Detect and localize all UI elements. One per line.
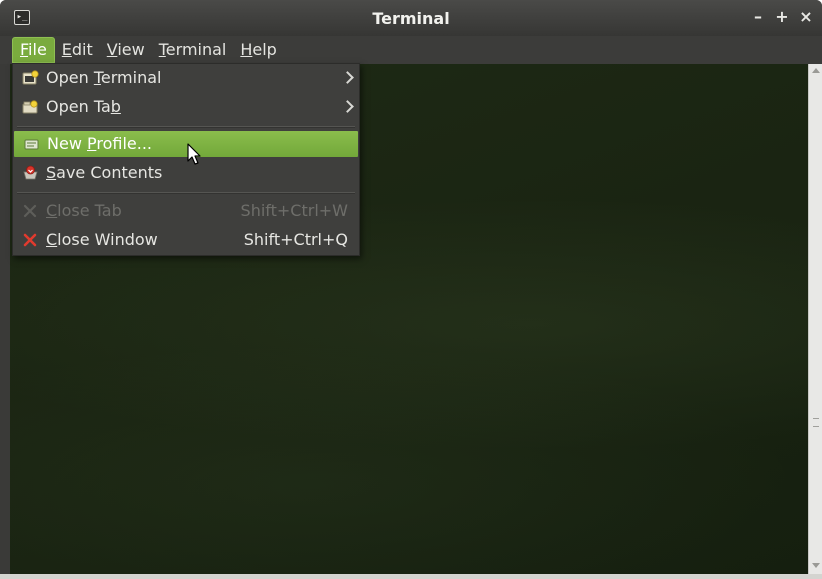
new-terminal-icon [22,70,39,85]
close-window-icon [23,233,37,247]
menu-terminal-mnemonic: T [158,40,166,59]
close-button[interactable]: × [796,6,816,28]
label-part: erminal [100,68,162,87]
scrollbar-grip[interactable] [813,418,819,427]
maximize-button[interactable]: + [772,6,792,28]
menu-terminal-label: erminal [165,40,227,59]
menu-edit[interactable]: Edit [55,37,100,63]
menu-item-save-contents[interactable]: Save Contents [13,160,359,186]
menu-file-mnemonic: F [20,40,29,59]
profile-icon [24,139,39,150]
title-bar[interactable]: ▸_ Terminal – + × [0,0,822,36]
mouse-pointer-icon [187,143,201,165]
submenu-chevron-right-icon [341,100,354,113]
menu-item-close-window[interactable]: Close Window Shift+Ctrl+Q [13,227,359,253]
menu-view-label: iew [117,40,145,59]
menu-help-label: elp [252,40,277,59]
label-mnemonic: P [86,134,97,153]
menu-separator [17,126,355,128]
window-controls: – + × [748,6,816,28]
menu-item-label: Open Terminal [46,65,161,91]
window-bottom-edge [0,574,822,579]
scroll-up-arrow-icon[interactable] [812,68,820,73]
label-part: Open Ta [46,97,111,116]
label-part: ave Contents [56,163,163,182]
label-mnemonic: b [110,97,121,116]
label-part: rofile... [96,134,152,153]
label-mnemonic: C [46,230,58,249]
label-part: Open [46,68,94,87]
shortcut-label: Shift+Ctrl+Q [243,230,348,249]
menu-item-label: Save Contents [46,160,162,186]
menu-terminal[interactable]: Terminal [152,37,234,63]
submenu-chevron-right-icon [341,71,354,84]
label-part: New [47,134,87,153]
window-title: Terminal [372,9,450,28]
close-tab-icon [23,204,37,218]
scroll-down-arrow-icon[interactable] [812,563,820,568]
menu-help-mnemonic: H [240,40,253,59]
menu-view[interactable]: View [100,37,152,63]
menu-item-label: Open Tab [46,94,121,120]
label-mnemonic: S [46,163,57,182]
label-mnemonic: T [93,68,101,87]
menu-edit-label: dit [71,40,93,59]
menu-item-label: New Profile... [47,131,152,157]
vertical-scrollbar[interactable] [808,64,822,574]
menu-item-open-tab[interactable]: Open Tab [13,94,359,120]
menu-help[interactable]: Help [233,37,283,63]
save-icon [23,165,38,180]
menu-item-open-terminal[interactable]: Open Terminal [13,65,359,91]
label-mnemonic: C [46,201,58,220]
label-part: lose Tab [57,201,122,220]
menu-edit-mnemonic: E [61,40,72,59]
menu-file[interactable]: File [12,37,55,63]
file-menu-dropdown: Open Terminal Open Tab New Profile... Sa… [12,63,360,256]
new-tab-icon [22,100,38,114]
menu-item-label: Close Window [46,227,158,253]
menu-file-label: ile [28,40,47,59]
menu-view-mnemonic: V [106,40,118,59]
menu-separator [17,192,355,194]
terminal-window: ▸_ Terminal – + × File Edit View Termina… [0,0,822,579]
shortcut-label: Shift+Ctrl+W [240,201,348,220]
menu-item-close-tab: Close Tab Shift+Ctrl+W [13,198,359,224]
menu-bar: File Edit View Terminal Help [0,36,822,64]
minimize-button[interactable]: – [748,6,768,28]
menu-item-new-profile[interactable]: New Profile... [14,131,358,157]
label-part: lose Window [57,230,158,249]
menu-item-label: Close Tab [46,198,122,224]
